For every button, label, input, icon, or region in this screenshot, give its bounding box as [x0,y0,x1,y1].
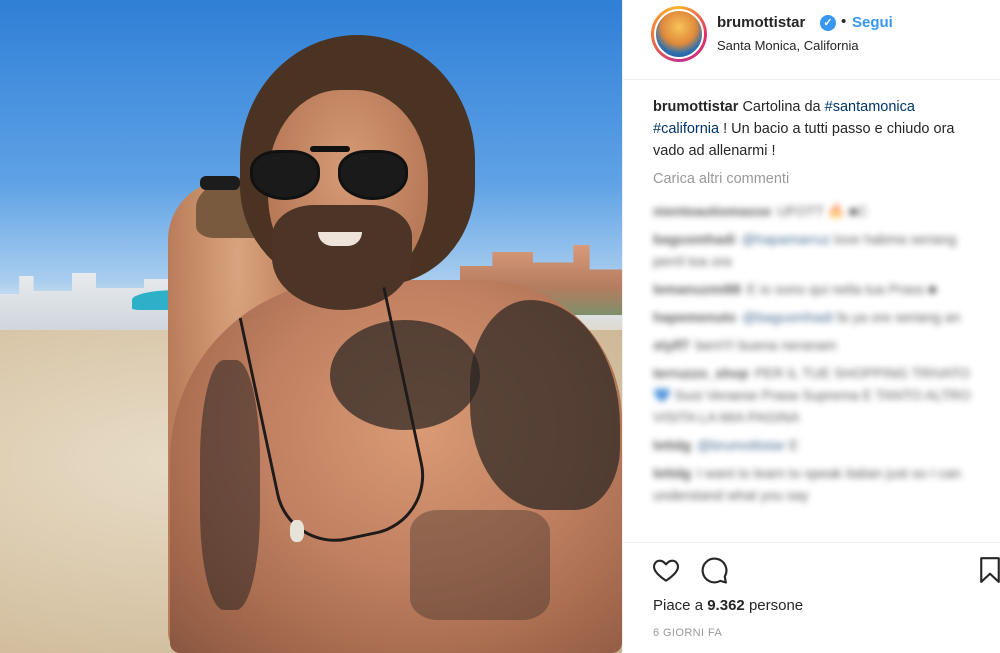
header-username[interactable]: brumottistar [717,14,805,31]
post-header: brumottistar ✓ • Segui Santa Monica, Cal… [623,0,1000,80]
likes-number: 9.362 [707,597,745,614]
comment-item: bagusmhadi @hapamarruz love habma seriang… [653,228,983,272]
necklace-pendant [290,520,304,542]
comment-text: I want to learn to speak italian just so… [653,465,961,503]
comment-username[interactable]: lemanuzmi88 [653,281,741,297]
comment-username[interactable]: lettdg [653,465,691,481]
comment-username[interactable]: stylf7 [653,337,690,353]
post-photo[interactable] [0,0,622,653]
comment-username[interactable]: bagusmhadi [653,231,735,247]
arm-tattoo [200,360,260,610]
man-beard [272,205,412,310]
script-tattoo [410,510,550,620]
comment-username[interactable]: terruzzo_shop [653,365,749,381]
comment-item: lettdg I want to learn to speak italian j… [653,462,983,506]
hashtag-link[interactable]: #california [653,121,719,137]
comment-bubble-icon[interactable] [699,555,729,585]
post-timestamp: 6 GIORNI FA [653,627,723,639]
likes-suffix: persone [748,597,804,614]
man-sunglasses [250,142,410,202]
comment-item: lettdg @brumottistar E [653,434,983,456]
post-details-panel: brumottistar ✓ • Segui Santa Monica, Cal… [622,0,1000,653]
comment-username[interactable]: nienteautiomasse [653,203,771,219]
hashtag-link[interactable]: #santamonica [825,99,915,115]
follow-button[interactable]: Segui [852,14,893,31]
post-actions: Piace a 9.362 persone 6 GIORNI FA [623,542,1000,653]
comment-text: E io sono qui nella tua Prass ■ [746,281,937,297]
likes-count[interactable]: Piace a 9.362 persone [653,597,803,614]
likes-prefix: Piace a [653,597,704,614]
heart-icon[interactable] [651,555,681,585]
comment-item: hapemenuto @bagusmhadi fa ya ore seriang … [653,306,983,328]
caption-text-before: Cartolina da [742,99,821,115]
comment-text: UFOTT 🔥 ■C [777,203,868,219]
comment-mention[interactable]: @hapamarruz [741,231,830,247]
comment-username[interactable]: hapemenuto [653,309,736,325]
header-separator: • [841,13,847,30]
woman-sunglasses [200,176,240,190]
post-caption: brumottistar Cartolina da #santamonica #… [653,96,973,162]
comment-item: nienteautiomasse UFOTT 🔥 ■C [653,200,983,222]
load-more-comments-button[interactable]: Carica altri commenti [653,171,789,187]
location-link[interactable]: Santa Monica, California [717,38,859,53]
comment-text: fa ya ore seriang an [836,309,961,325]
comment-mention[interactable]: @brumottistar [697,437,785,453]
comment-username[interactable]: lettdg [653,437,691,453]
bookmark-icon[interactable] [975,555,1000,585]
comment-item: lemanuzmi88 E io sono qui nella tua Prass… [653,278,983,300]
comment-item: terruzzo_shop PER IL TUE SHOPPING TRIVATO… [653,362,983,428]
profile-avatar[interactable] [651,6,707,62]
comment-mention[interactable]: @bagusmhadi [742,309,833,325]
caption-username[interactable]: brumottistar [653,99,738,115]
comments-list: nienteautiomasse UFOTT 🔥 ■C bagusmhadi @ha… [653,200,983,542]
comment-text: ben!!!! buena neranam [695,337,837,353]
verified-badge-icon: ✓ [820,15,836,31]
comment-item: stylf7 ben!!!! buena neranam [653,334,983,356]
comment-text: E [789,437,799,453]
